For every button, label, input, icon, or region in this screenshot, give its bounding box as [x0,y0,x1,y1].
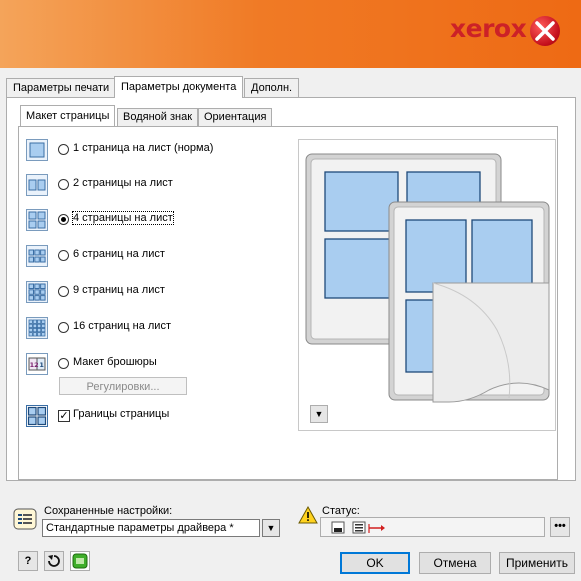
saved-settings-icon [13,507,37,531]
radio-4-per-sheet[interactable] [58,214,69,225]
reset-button[interactable] [44,551,64,571]
subtab-orientation[interactable]: Ориентация [198,108,273,126]
job-list-icon [352,521,366,534]
eco-icon [72,553,88,569]
option-label: 4 страницы на лист [72,211,174,225]
layout-preview [298,139,556,431]
two-pages-layout-icon [26,174,48,196]
four-pages-layout-icon [26,209,48,231]
saved-settings-label: Сохраненные настройки: [44,505,173,517]
page-borders-checkbox[interactable]: ✓ [58,410,70,422]
paper-arrow-icon [368,524,385,533]
adjust-button[interactable]: Регулировки... [59,377,187,395]
cancel-button[interactable]: Отмена [419,552,491,574]
xerox-logo-text: xerox [450,14,527,43]
one-page-layout-icon [26,139,48,161]
option-label: 6 страниц на лист [73,248,165,260]
subtab-page-layout[interactable]: Макет страницы [20,105,116,126]
status-bar [320,517,545,537]
reset-icon [48,555,60,567]
option-label: 1 страница на лист (норма) [73,142,214,154]
booklet-layout-icon: 12 1 [26,353,48,375]
tab-document-settings[interactable]: Параметры документа [114,76,244,98]
radio-9-per-sheet[interactable] [58,286,69,297]
nine-pages-layout-icon [26,281,48,303]
status-more-button[interactable]: ••• [550,517,570,537]
toner-status-icon [331,521,345,534]
radio-booklet[interactable] [58,358,69,369]
option-label: Макет брошюры [73,356,157,368]
xerox-logo-icon [530,16,560,46]
page-borders-label: Границы страницы [73,408,170,420]
page-borders-icon [26,405,48,427]
status-label: Статус: [322,505,360,517]
preview-dropdown-button[interactable]: ▼ [310,405,328,423]
six-pages-layout-icon [26,245,48,267]
eco-button[interactable] [70,551,90,571]
tab-advanced[interactable]: Дополн. [244,78,300,98]
option-label: 9 страниц на лист [73,284,165,296]
ok-button[interactable]: OK [340,552,410,574]
tab-print-settings[interactable]: Параметры печати [6,78,117,98]
saved-settings-select[interactable]: Стандартные параметры драйвера * [42,519,260,537]
radio-16-per-sheet[interactable] [58,322,69,333]
warning-icon [298,505,318,525]
help-button[interactable]: ? [18,551,38,571]
option-label: 2 страницы на лист [73,177,173,189]
radio-2-per-sheet[interactable] [58,179,69,190]
saved-settings-dropdown-button[interactable]: ▼ [262,519,280,537]
radio-6-per-sheet[interactable] [58,250,69,261]
sixteen-pages-layout-icon [26,317,48,339]
apply-button[interactable]: Применить [499,552,575,574]
booklet-page-1: 1 [39,361,44,369]
subtab-watermark[interactable]: Водяной знак [117,108,199,126]
booklet-page-12: 12 [30,361,39,369]
option-label: 16 страниц на лист [73,320,171,332]
radio-1-per-sheet[interactable] [58,144,69,155]
